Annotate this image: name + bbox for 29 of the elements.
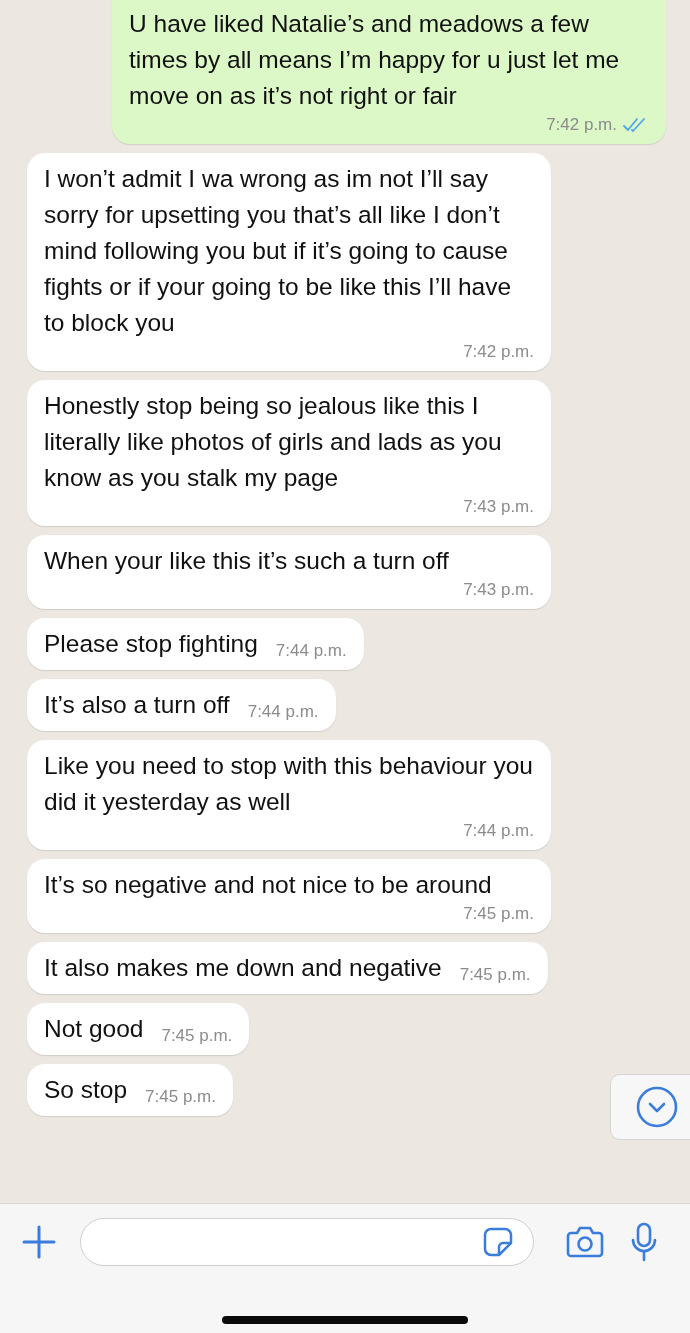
message-text: Not good <box>44 1014 144 1044</box>
message-text: So stop <box>44 1075 128 1105</box>
message-time: 7:44 p.m. <box>247 701 319 723</box>
chevron-down-icon <box>635 1085 679 1129</box>
message-text: It also makes me down and negative <box>44 953 442 983</box>
message-text: Like you need to stop with this behaviour you did it yesterday as well <box>44 751 534 817</box>
message-time: 7:45 p.m. <box>459 964 531 986</box>
message-text: When your like this it’s such a turn off <box>44 546 449 576</box>
message-text: Please stop fighting <box>44 629 258 659</box>
message-input-field[interactable] <box>80 1218 534 1266</box>
message-time: 7:44 p.m. <box>275 640 347 662</box>
scroll-down-button[interactable] <box>610 1074 690 1140</box>
message-time: 7:45 p.m. <box>145 1086 216 1108</box>
sticker-icon[interactable] <box>483 1227 513 1257</box>
message-time: 7:42 p.m. <box>463 341 534 363</box>
message-text: It’s so negative and not nice to be around <box>44 870 492 900</box>
message-time: 7:45 p.m. <box>161 1025 233 1047</box>
message-time: 7:43 p.m. <box>463 579 534 601</box>
plus-icon[interactable] <box>22 1225 56 1259</box>
message-text: Honestly stop being so jealous like this I literally like photos of girls and lads as you know as you stalk my page <box>44 391 503 493</box>
camera-icon[interactable] <box>566 1226 604 1258</box>
message-time: 7:42 p.m. <box>546 114 617 136</box>
message-time: 7:43 p.m. <box>463 496 534 518</box>
message-text: I won’t admit I wa wrong as im not I’ll say sorry for upsetting you that’s all like I don’t mind following you but if it’s going to cause fights or if your going to be like this I’ll have to block you <box>44 164 513 338</box>
message-text: It’s also a turn off <box>44 690 230 720</box>
microphone-icon[interactable] <box>630 1222 658 1262</box>
message-time: 7:44 p.m. <box>463 820 534 842</box>
message-time: 7:45 p.m. <box>463 903 534 925</box>
message-text: U have liked Natalie’s and meadows a few times by all means I’m happy for u just let me move on as it’s not right or fair <box>129 9 621 111</box>
